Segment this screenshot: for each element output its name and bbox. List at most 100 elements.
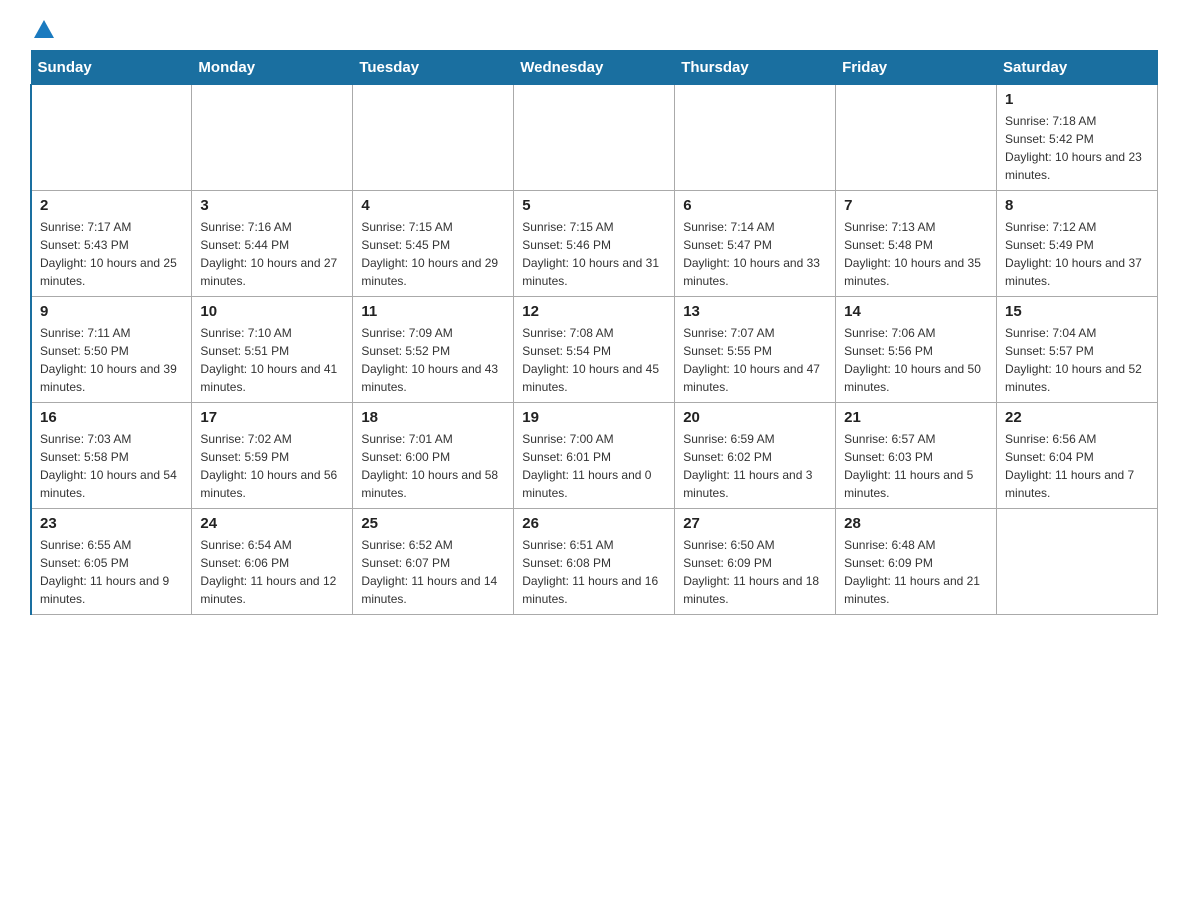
calendar-body: 1 Sunrise: 7:18 AMSunset: 5:42 PMDaylight… <box>31 85 1158 615</box>
day-number: 25 <box>361 515 505 532</box>
day-detail: Sunrise: 7:13 AMSunset: 5:48 PMDaylight:… <box>844 218 988 290</box>
day-detail: Sunrise: 6:54 AMSunset: 6:06 PMDaylight:… <box>200 536 344 608</box>
weekday-header-monday: Monday <box>192 51 353 85</box>
day-number: 15 <box>1005 303 1149 320</box>
calendar-cell: 10 Sunrise: 7:10 AMSunset: 5:51 PMDayligh… <box>192 297 353 403</box>
calendar-cell: 11 Sunrise: 7:09 AMSunset: 5:52 PMDayligh… <box>353 297 514 403</box>
calendar-cell: 15 Sunrise: 7:04 AMSunset: 5:57 PMDayligh… <box>997 297 1158 403</box>
calendar-cell <box>192 85 353 191</box>
calendar-cell: 18Sunrise: 7:01 AMSunset: 6:00 PMDayligh… <box>353 403 514 509</box>
day-number: 7 <box>844 197 988 214</box>
day-detail: Sunrise: 7:12 AMSunset: 5:49 PMDaylight:… <box>1005 218 1149 290</box>
day-detail: Sunrise: 7:07 AMSunset: 5:55 PMDaylight:… <box>683 324 827 396</box>
calendar-cell: 20Sunrise: 6:59 AMSunset: 6:02 PMDayligh… <box>675 403 836 509</box>
day-detail: Sunrise: 7:08 AMSunset: 5:54 PMDaylight:… <box>522 324 666 396</box>
day-number: 8 <box>1005 197 1149 214</box>
day-detail: Sunrise: 7:06 AMSunset: 5:56 PMDaylight:… <box>844 324 988 396</box>
weekday-header-thursday: Thursday <box>675 51 836 85</box>
day-number: 22 <box>1005 409 1149 426</box>
day-number: 17 <box>200 409 344 426</box>
day-detail: Sunrise: 6:48 AMSunset: 6:09 PMDaylight:… <box>844 536 988 608</box>
day-number: 20 <box>683 409 827 426</box>
calendar-cell: 12 Sunrise: 7:08 AMSunset: 5:54 PMDayligh… <box>514 297 675 403</box>
day-number: 24 <box>200 515 344 532</box>
day-detail: Sunrise: 7:16 AMSunset: 5:44 PMDaylight:… <box>200 218 344 290</box>
calendar-cell <box>514 85 675 191</box>
calendar-cell: 25 Sunrise: 6:52 AMSunset: 6:07 PMDayligh… <box>353 509 514 615</box>
calendar-cell: 2 Sunrise: 7:17 AMSunset: 5:43 PMDaylight… <box>31 191 192 297</box>
calendar-cell: 1 Sunrise: 7:18 AMSunset: 5:42 PMDaylight… <box>997 85 1158 191</box>
day-detail: Sunrise: 6:57 AMSunset: 6:03 PMDaylight:… <box>844 430 988 502</box>
day-number: 23 <box>40 515 183 532</box>
calendar-cell <box>836 85 997 191</box>
day-number: 11 <box>361 303 505 320</box>
day-number: 6 <box>683 197 827 214</box>
calendar-cell: 13 Sunrise: 7:07 AMSunset: 5:55 PMDayligh… <box>675 297 836 403</box>
day-number: 2 <box>40 197 183 214</box>
day-number: 4 <box>361 197 505 214</box>
weekday-header-row: SundayMondayTuesdayWednesdayThursdayFrid… <box>31 51 1158 85</box>
day-number: 13 <box>683 303 827 320</box>
calendar-cell: 26 Sunrise: 6:51 AMSunset: 6:08 PMDayligh… <box>514 509 675 615</box>
day-detail: Sunrise: 7:17 AMSunset: 5:43 PMDaylight:… <box>40 218 183 290</box>
day-number: 26 <box>522 515 666 532</box>
calendar-cell <box>353 85 514 191</box>
calendar-cell: 19 Sunrise: 7:00 AMSunset: 6:01 PMDayligh… <box>514 403 675 509</box>
day-detail: Sunrise: 7:03 AMSunset: 5:58 PMDaylight:… <box>40 430 183 502</box>
day-number: 3 <box>200 197 344 214</box>
logo-triangle-icon <box>34 20 54 38</box>
day-number: 16 <box>40 409 183 426</box>
day-detail: Sunrise: 7:15 AMSunset: 5:45 PMDaylight:… <box>361 218 505 290</box>
day-number: 21 <box>844 409 988 426</box>
day-detail: Sunrise: 6:52 AMSunset: 6:07 PMDaylight:… <box>361 536 505 608</box>
day-detail: Sunrise: 7:02 AMSunset: 5:59 PMDaylight:… <box>200 430 344 502</box>
calendar-cell: 17 Sunrise: 7:02 AMSunset: 5:59 PMDayligh… <box>192 403 353 509</box>
calendar-week-5: 23 Sunrise: 6:55 AMSunset: 6:05 PMDayligh… <box>31 509 1158 615</box>
weekday-header-wednesday: Wednesday <box>514 51 675 85</box>
calendar-cell: 22Sunrise: 6:56 AMSunset: 6:04 PMDayligh… <box>997 403 1158 509</box>
weekday-header-sunday: Sunday <box>31 51 192 85</box>
day-number: 14 <box>844 303 988 320</box>
day-detail: Sunrise: 7:04 AMSunset: 5:57 PMDaylight:… <box>1005 324 1149 396</box>
calendar-cell: 4 Sunrise: 7:15 AMSunset: 5:45 PMDaylight… <box>353 191 514 297</box>
day-number: 10 <box>200 303 344 320</box>
day-detail: Sunrise: 7:18 AMSunset: 5:42 PMDaylight:… <box>1005 112 1149 184</box>
calendar-cell: 7 Sunrise: 7:13 AMSunset: 5:48 PMDaylight… <box>836 191 997 297</box>
day-number: 1 <box>1005 91 1149 108</box>
day-number: 9 <box>40 303 183 320</box>
day-number: 27 <box>683 515 827 532</box>
calendar-cell: 16 Sunrise: 7:03 AMSunset: 5:58 PMDayligh… <box>31 403 192 509</box>
calendar-week-1: 1 Sunrise: 7:18 AMSunset: 5:42 PMDaylight… <box>31 85 1158 191</box>
day-number: 5 <box>522 197 666 214</box>
day-detail: Sunrise: 7:00 AMSunset: 6:01 PMDaylight:… <box>522 430 666 502</box>
day-number: 18 <box>361 409 505 426</box>
calendar-cell: 23 Sunrise: 6:55 AMSunset: 6:05 PMDayligh… <box>31 509 192 615</box>
calendar-cell: 27 Sunrise: 6:50 AMSunset: 6:09 PMDayligh… <box>675 509 836 615</box>
weekday-header-friday: Friday <box>836 51 997 85</box>
day-detail: Sunrise: 6:50 AMSunset: 6:09 PMDaylight:… <box>683 536 827 608</box>
calendar-cell <box>31 85 192 191</box>
calendar-cell: 8 Sunrise: 7:12 AMSunset: 5:49 PMDaylight… <box>997 191 1158 297</box>
calendar-cell: 28Sunrise: 6:48 AMSunset: 6:09 PMDayligh… <box>836 509 997 615</box>
day-detail: Sunrise: 6:51 AMSunset: 6:08 PMDaylight:… <box>522 536 666 608</box>
day-number: 12 <box>522 303 666 320</box>
calendar-cell <box>997 509 1158 615</box>
day-detail: Sunrise: 7:09 AMSunset: 5:52 PMDaylight:… <box>361 324 505 396</box>
calendar-cell: 21 Sunrise: 6:57 AMSunset: 6:03 PMDayligh… <box>836 403 997 509</box>
day-number: 19 <box>522 409 666 426</box>
calendar-cell: 24 Sunrise: 6:54 AMSunset: 6:06 PMDayligh… <box>192 509 353 615</box>
day-detail: Sunrise: 6:55 AMSunset: 6:05 PMDaylight:… <box>40 536 183 608</box>
calendar-week-4: 16 Sunrise: 7:03 AMSunset: 5:58 PMDayligh… <box>31 403 1158 509</box>
day-detail: Sunrise: 7:14 AMSunset: 5:47 PMDaylight:… <box>683 218 827 290</box>
weekday-header-saturday: Saturday <box>997 51 1158 85</box>
logo <box>30 20 54 40</box>
day-detail: Sunrise: 7:10 AMSunset: 5:51 PMDaylight:… <box>200 324 344 396</box>
calendar-header: SundayMondayTuesdayWednesdayThursdayFrid… <box>31 51 1158 85</box>
calendar-table: SundayMondayTuesdayWednesdayThursdayFrid… <box>30 50 1158 615</box>
calendar-cell: 6 Sunrise: 7:14 AMSunset: 5:47 PMDaylight… <box>675 191 836 297</box>
day-detail: Sunrise: 7:11 AMSunset: 5:50 PMDaylight:… <box>40 324 183 396</box>
day-detail: Sunrise: 7:15 AMSunset: 5:46 PMDaylight:… <box>522 218 666 290</box>
calendar-week-2: 2 Sunrise: 7:17 AMSunset: 5:43 PMDaylight… <box>31 191 1158 297</box>
calendar-cell <box>675 85 836 191</box>
calendar-cell: 5 Sunrise: 7:15 AMSunset: 5:46 PMDaylight… <box>514 191 675 297</box>
